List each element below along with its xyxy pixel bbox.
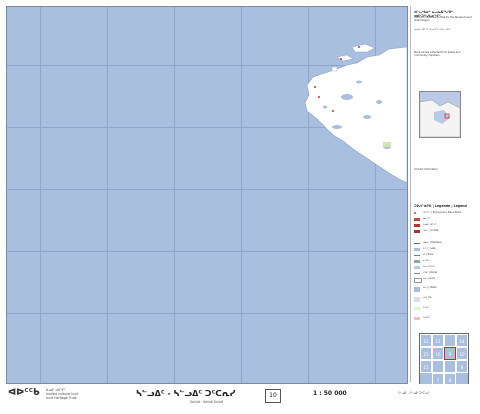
legend-item-label: ᐱᓕᕆᐊᖑᔪᑦ: [423, 265, 436, 268]
index-cell-current[interactable]: 9: [444, 347, 456, 360]
index-cell[interactable]: [444, 334, 456, 347]
org-name: ᐃᓄᐃᑦ ᐊᑎᖏᑦ Institut culturel Inuit Inuit …: [46, 388, 78, 400]
legend-item: ᐃᒪᖅ | Water: [414, 286, 476, 292]
coastline-land: [304, 43, 407, 184]
legend-item: ᓯᑯ | Ice: [414, 296, 476, 302]
legend-paragraph: Contact information: [414, 168, 438, 171]
legend-item-label: ᐃᓂᖏᑦ: [423, 217, 431, 220]
legend-item-label: ᐅᔭᕋᒃ: [423, 306, 429, 309]
index-cell[interactable]: 11: [420, 360, 432, 373]
legend-paragraph: ᓄᓇᕗᑦ ᐊᑎᖏᑦ ᐅᓄᖅᑐᑦ ᐱᕙᓪᓕᐊᔪᑦ: [414, 28, 451, 31]
legend-item-label: ᐊᑯᓃᑦ | Elevation: [423, 241, 443, 244]
map-area[interactable]: [6, 6, 408, 384]
inset-land: [420, 99, 460, 137]
index-cell[interactable]: 15: [420, 347, 432, 360]
legend-intro: The Inuit Place Name Map for the Nunavut…: [414, 16, 472, 23]
map-scale: 1 : 50 000: [313, 390, 347, 397]
index-cell[interactable]: 14: [456, 334, 468, 347]
map-subtitle: Salluit · Salluit Suluit: [190, 400, 223, 404]
index-cell[interactable]: [432, 360, 444, 373]
map-title: ᓴᓪᓗᐃᑦ - ᓴᓪᓗᐃᑦ ᑐᑦᑕᕆᓯ: [136, 389, 236, 398]
legend-item-label: ᐊᖁᑦ | Route: [423, 271, 438, 274]
legend-item-label: ᐃᒪᖅ | Water: [423, 286, 437, 289]
index-cell[interactable]: 6: [456, 360, 468, 373]
legend-item-label: ᐊᑎᖏᑦ | Toponymes | Place Name: [423, 211, 462, 214]
footer-right-title: ᓴᓪᓗᐃᑦ - ᓴᓪᓗᐃᑦ ᑐᑦᑕᕆᓯ: [398, 391, 429, 395]
sheet-number: 10: [265, 389, 281, 403]
swatch: [414, 297, 420, 302]
index-cell[interactable]: [444, 360, 456, 373]
sheet-index-map: 12 13 14 15 16 9 10 11 6 7 8: [419, 333, 469, 389]
swatch: [414, 230, 420, 233]
index-cell[interactable]: 12: [420, 334, 432, 347]
index-cell[interactable]: 16: [432, 347, 444, 360]
swatch: [414, 243, 420, 244]
org-line: Inuit Heritage Trust: [46, 396, 77, 400]
swatch: [414, 273, 420, 274]
swatch: [414, 218, 420, 221]
swatch: [414, 266, 420, 269]
swatch: [414, 255, 420, 256]
legend-item-label: ᐱᖁᑎᑦ: [423, 316, 430, 319]
legend-item: ᐱᖁᑎᑦ: [414, 316, 476, 322]
legend-item: ᐅᔭᕋᒃ: [414, 306, 476, 312]
legend-item-label: ᓇᑦᑎᓕᒃ: [423, 259, 431, 262]
legend-item-label: ᓴᐃᓕᑦ | Limite: [423, 229, 439, 232]
legend-paragraph: Place names collected from elders and co…: [414, 51, 461, 58]
swatch: [414, 212, 416, 214]
org-logo: ᐊᐅᑦᑦᑲ: [8, 388, 40, 398]
legend-item: ᓄᓇ | Land: [414, 277, 476, 283]
swatch: [414, 307, 420, 310]
swatch: [414, 248, 420, 251]
legend-panel: ᐊᓪᓚᒃᑲᓂᒃ ᓇᓗᓇᐃᖅᓯᕕᒃ ᐊᕕᒃᑐᖅᓯᒪᓂᖏᑦ The Inuit Pl…: [410, 6, 477, 382]
swatch: [414, 317, 420, 320]
swatch: [414, 287, 420, 292]
swatch: [414, 260, 420, 263]
index-cell[interactable]: 10: [456, 347, 468, 360]
legend-item-label: ᐃᓄᐃᑦ ᐊᑎᖏᑦ: [423, 223, 438, 226]
legend-item-label: ᓄᓇ | Land: [423, 277, 435, 280]
legend-item: ᓴᐃᓕᑦ | Limite: [414, 229, 476, 235]
swatch: [414, 278, 422, 283]
inset-locator-map: [419, 91, 461, 138]
swatch: [414, 224, 420, 227]
legend-item-label: ᑕᓯᖅ | Lake: [423, 247, 436, 250]
index-cell[interactable]: 13: [432, 334, 444, 347]
legend-item-label: ᑰᒃ | River: [423, 253, 434, 256]
legend-item-label: ᓯᑯ | Ice: [423, 296, 432, 299]
legend-section-heading: ᑐᑭᓯᒋᐊᕈᑎ | Legende | Legend: [414, 204, 467, 208]
